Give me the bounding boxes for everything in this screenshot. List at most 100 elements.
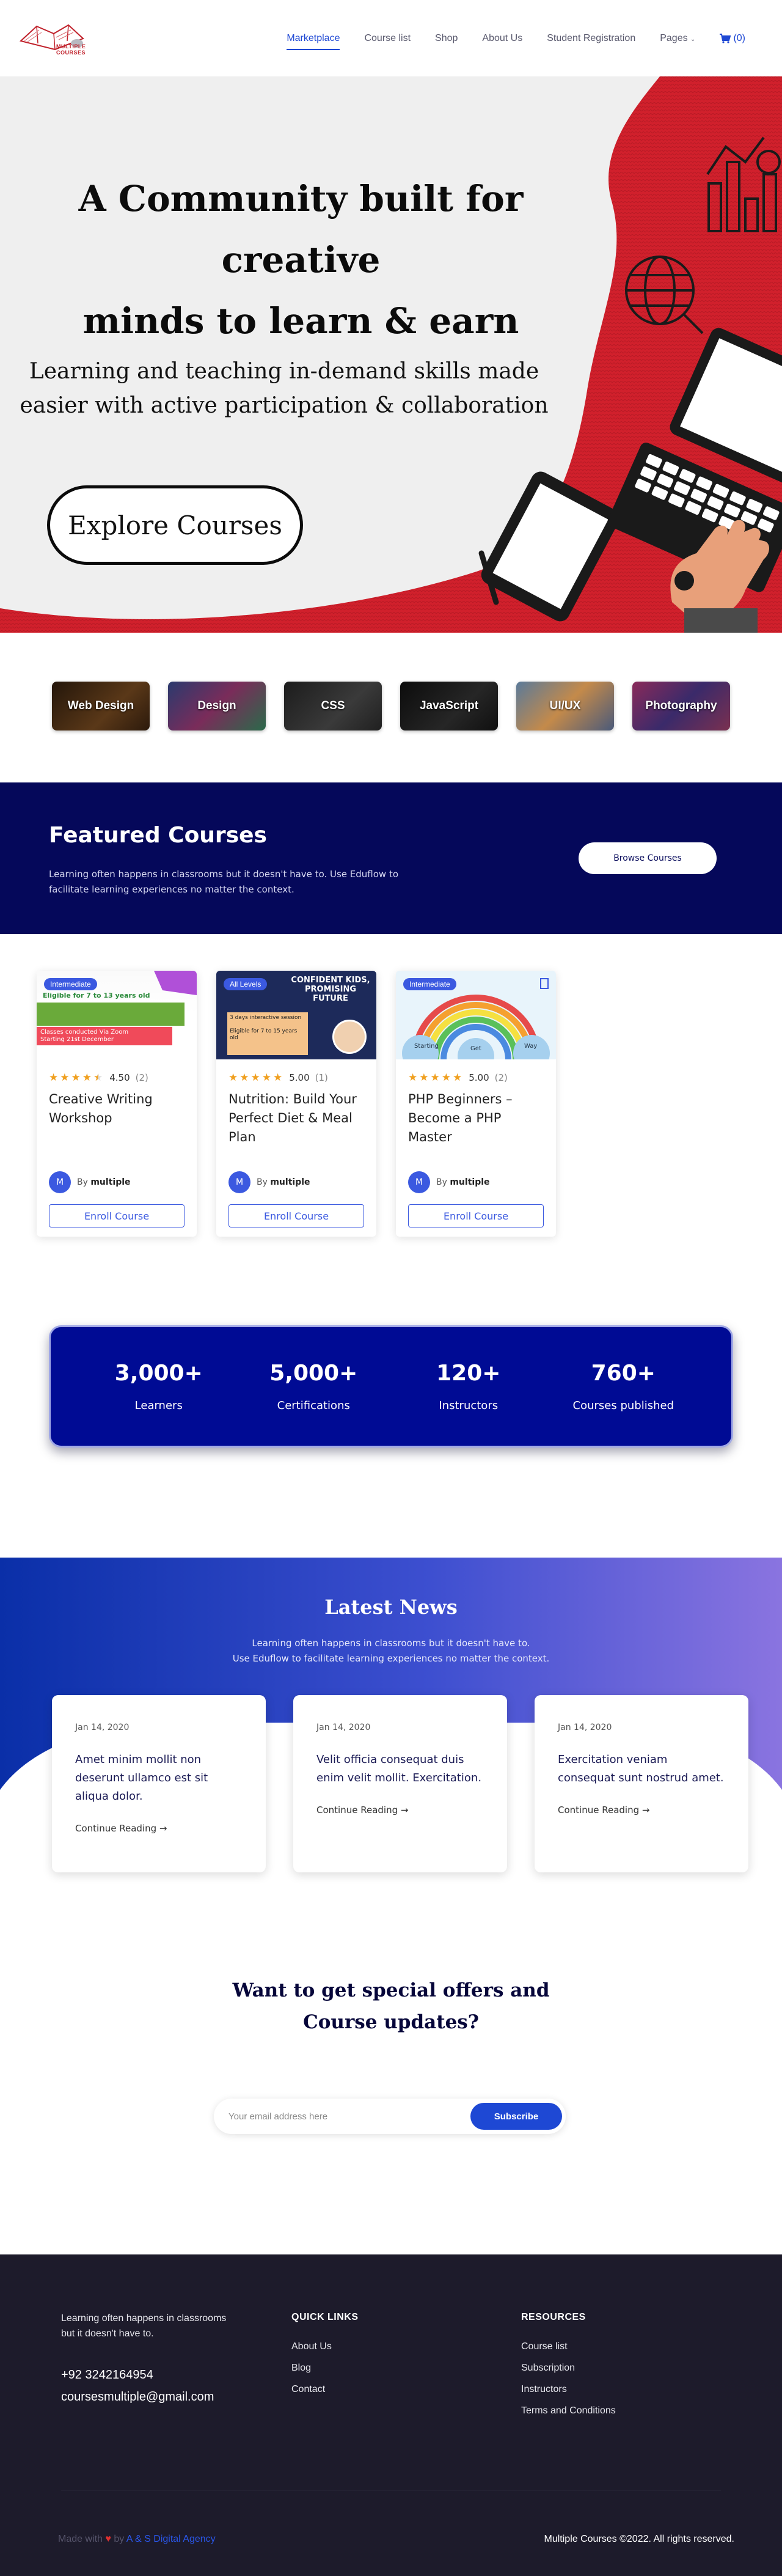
agency-link[interactable]: A & S Digital Agency: [126, 2534, 216, 2544]
featured-description: Learning often happens in classrooms but…: [49, 869, 399, 895]
made-with-credit: Made with ♥ by A & S Digital Agency: [58, 2534, 216, 2544]
footer-phone[interactable]: +92 3242164954: [61, 2368, 153, 2382]
featured-banner: Featured Courses Learning often happens …: [0, 782, 782, 934]
rating-count: (1): [315, 1072, 328, 1083]
continue-reading-link[interactable]: Continue Reading →: [75, 1823, 243, 1834]
subscribe-button[interactable]: Subscribe: [470, 2103, 562, 2130]
category-design[interactable]: Design: [168, 682, 266, 730]
course-rating: ★ ★ ★ ★ ★ 5.00 (1): [216, 1059, 376, 1084]
enroll-course-button[interactable]: Enroll Course: [408, 1204, 544, 1227]
news-card-title[interactable]: Velit officia consequat duis enim velit …: [316, 1751, 484, 1787]
footer-link-instructors[interactable]: Instructors: [521, 2384, 616, 2395]
nav-course-list[interactable]: Course list: [364, 33, 411, 44]
category-css[interactable]: CSS: [284, 682, 382, 730]
arrow-right-icon: →: [641, 1805, 650, 1816]
course-card[interactable]: CONFIDENT KIDS, PROMISING FUTURE 3 days …: [216, 971, 376, 1237]
hero-subtitle: Learning and teaching in-demand skills m…: [0, 355, 568, 423]
footer-link-subscription[interactable]: Subscription: [521, 2363, 616, 2374]
footer-link-terms[interactable]: Terms and Conditions: [521, 2405, 616, 2416]
footer-link-blog[interactable]: Blog: [291, 2363, 359, 2374]
enroll-course-button[interactable]: Enroll Course: [228, 1204, 364, 1227]
nav-about-us[interactable]: About Us: [482, 33, 522, 44]
copyright: Multiple Courses ©2022. All rights reser…: [544, 2534, 734, 2544]
footer-link-course-list[interactable]: Course list: [521, 2341, 616, 2352]
cart-button[interactable]: (0): [720, 33, 745, 44]
stats-section: 3,000+ Learners 5,000+ Certifications 12…: [0, 1325, 782, 1558]
level-badge: Intermediate: [403, 978, 456, 990]
news-card[interactable]: Jan 14, 2020 Velit officia consequat dui…: [293, 1695, 507, 1872]
site-logo[interactable]: MULTIPLE COURSES: [18, 20, 116, 57]
news-card-title[interactable]: Exercitation veniam consequat sunt nostr…: [558, 1751, 725, 1787]
nav-student-registration[interactable]: Student Registration: [547, 33, 635, 44]
explore-courses-button[interactable]: Explore Courses: [47, 485, 303, 565]
footer-link-contact[interactable]: Contact: [291, 2384, 359, 2395]
rating-value: 5.00: [469, 1072, 489, 1083]
stat-learners: 3,000+ Learners: [114, 1361, 203, 1412]
stat-courses-published: 760+ Courses published: [572, 1361, 674, 1412]
course-author: M By multiple: [408, 1171, 490, 1193]
star-icon: ★: [71, 1072, 81, 1084]
course-title[interactable]: PHP Beginners – Become a PHP Master: [396, 1084, 556, 1156]
email-input[interactable]: [228, 2108, 455, 2125]
category-photography[interactable]: Photography: [632, 682, 730, 730]
footer-email[interactable]: coursesmultiple@gmail.com: [61, 2390, 214, 2404]
site-footer: Learning often happens in classrooms but…: [0, 2254, 782, 2576]
rating-value: 5.00: [289, 1072, 310, 1083]
hero-section: A Community built for creative minds to …: [0, 76, 782, 633]
logo-text: MULTIPLE COURSES: [56, 43, 86, 56]
hero-subtitle-line-2: easier with active participation & colla…: [20, 393, 549, 418]
category-javascript[interactable]: JavaScript: [400, 682, 498, 730]
course-thumbnail: Starting Get Way Intermediate: [396, 971, 556, 1059]
level-badge: Intermediate: [44, 978, 97, 990]
cart-icon: [720, 33, 731, 43]
star-icon: ★: [239, 1072, 249, 1084]
rating-count: (2): [135, 1072, 148, 1083]
course-card[interactable]: Starting Get Way Intermediate ★ ★ ★ ★ ★ …: [396, 971, 556, 1237]
course-card[interactable]: Eligible for 7 to 13 years old Classes c…: [37, 971, 197, 1237]
nav-shop[interactable]: Shop: [435, 33, 458, 44]
news-card[interactable]: Jan 14, 2020 Amet minim mollit non deser…: [52, 1695, 266, 1872]
arrow-right-icon: →: [400, 1805, 409, 1816]
category-ui-ux[interactable]: UI/UX: [516, 682, 614, 730]
star-icon: ★: [228, 1072, 238, 1084]
nav-pages[interactable]: Pages ⌄: [660, 33, 695, 44]
quick-links-heading: QUICK LINKS: [291, 2312, 359, 2322]
course-thumbnail: Eligible for 7 to 13 years old Classes c…: [37, 971, 197, 1059]
nav-marketplace[interactable]: Marketplace: [287, 33, 340, 50]
browse-courses-button[interactable]: Browse Courses: [579, 842, 717, 874]
avatar: M: [49, 1171, 71, 1193]
footer-about: Learning often happens in classrooms but…: [61, 2313, 227, 2339]
course-author: M By multiple: [49, 1171, 131, 1193]
stats-panel: 3,000+ Learners 5,000+ Certifications 12…: [49, 1325, 733, 1448]
news-card-title[interactable]: Amet minim mollit non deserunt ullamco e…: [75, 1751, 243, 1806]
heart-icon: ♥: [105, 2534, 111, 2544]
course-title[interactable]: Creative Writing Workshop: [37, 1084, 197, 1156]
course-author: M By multiple: [228, 1171, 310, 1193]
course-title[interactable]: Nutrition: Build Your Perfect Diet & Mea…: [216, 1084, 376, 1156]
resources-heading: RESOURCES: [521, 2312, 586, 2322]
featured-title: Featured Courses: [49, 823, 267, 848]
bookmark-icon[interactable]: [540, 978, 549, 989]
star-icon: ★: [261, 1072, 271, 1084]
cart-count: (0): [733, 32, 745, 43]
footer-resources: RESOURCES Course list Subscription Instr…: [521, 2312, 616, 2427]
star-icon: ★: [430, 1072, 440, 1084]
rating-value: 4.50: [109, 1072, 130, 1083]
continue-reading-link[interactable]: Continue Reading →: [316, 1805, 484, 1816]
avatar: M: [408, 1171, 430, 1193]
star-icon: ★: [82, 1072, 92, 1084]
main-nav: Marketplace Course list Shop About Us St…: [287, 33, 745, 50]
news-card[interactable]: Jan 14, 2020 Exercitation veniam consequ…: [535, 1695, 748, 1872]
news-title: Latest News: [324, 1595, 458, 1619]
enroll-course-button[interactable]: Enroll Course: [49, 1204, 185, 1227]
course-rating: ★ ★ ★ ★ ★ 4.50 (2): [37, 1059, 197, 1084]
footer-link-about-us[interactable]: About Us: [291, 2341, 359, 2352]
hero-title: A Community built for creative minds to …: [0, 168, 602, 351]
news-date: Jan 14, 2020: [75, 1723, 130, 1732]
newsletter-section: Want to get special offers and Course up…: [0, 1979, 782, 2254]
continue-reading-link[interactable]: Continue Reading →: [558, 1805, 725, 1816]
category-web-design[interactable]: Web Design: [52, 682, 150, 730]
course-rating: ★ ★ ★ ★ ★ 5.00 (2): [396, 1059, 556, 1084]
arrow-right-icon: →: [159, 1823, 167, 1834]
stat-certifications: 5,000+ Certifications: [269, 1361, 358, 1412]
